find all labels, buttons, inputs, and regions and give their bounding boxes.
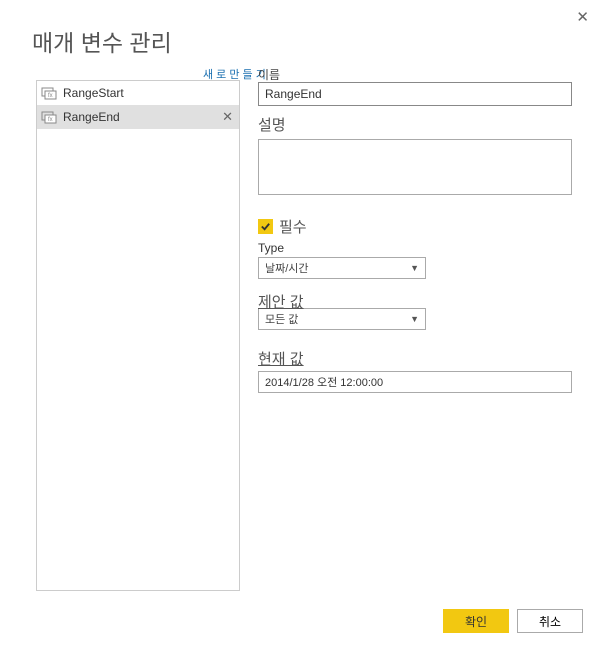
required-label: 필수 bbox=[279, 216, 307, 237]
list-item-label: RangeStart bbox=[63, 86, 124, 100]
dialog-title: 매개 변수 관리 bbox=[0, 0, 601, 58]
ok-button[interactable]: 확인 bbox=[443, 609, 509, 633]
description-label: 설명 bbox=[258, 114, 583, 135]
parameter-icon: fx bbox=[41, 85, 57, 101]
list-item[interactable]: fx RangeEnd ✕ bbox=[37, 105, 239, 129]
delete-icon[interactable]: ✕ bbox=[222, 109, 233, 125]
suggest-select[interactable]: 모든 값 ▼ bbox=[258, 308, 426, 330]
type-value: 날짜/시간 bbox=[265, 260, 309, 276]
description-input[interactable] bbox=[258, 139, 572, 195]
parameter-form: 설명 필수 Type 날짜/시간 ▼ 제안 값 모든 값 ▼ 현재 값 bbox=[240, 80, 583, 591]
parameter-dialog: ✕ 매개 변수 관리 새 로 만 들 기 이름 fx RangeStart fx… bbox=[0, 0, 601, 651]
chevron-down-icon: ▼ bbox=[410, 263, 419, 273]
list-item[interactable]: fx RangeStart bbox=[37, 81, 239, 105]
suggest-value: 모든 값 bbox=[265, 311, 298, 327]
close-icon[interactable]: ✕ bbox=[576, 8, 589, 26]
name-input[interactable] bbox=[258, 82, 572, 106]
chevron-down-icon: ▼ bbox=[410, 314, 419, 324]
svg-text:fx: fx bbox=[48, 117, 53, 123]
content-area: fx RangeStart fx RangeEnd ✕ 설명 필수 bbox=[36, 80, 583, 591]
parameter-icon: fx bbox=[41, 109, 57, 125]
type-label: Type bbox=[258, 241, 583, 255]
current-value-label: 현재 값 bbox=[258, 348, 583, 369]
current-value-input[interactable] bbox=[258, 371, 572, 393]
svg-text:fx: fx bbox=[48, 93, 53, 99]
list-item-label: RangeEnd bbox=[63, 110, 120, 124]
dialog-footer: 확인 취소 bbox=[443, 609, 583, 633]
required-checkbox[interactable] bbox=[258, 219, 273, 234]
type-select[interactable]: 날짜/시간 ▼ bbox=[258, 257, 426, 279]
cancel-button[interactable]: 취소 bbox=[517, 609, 583, 633]
parameter-list: fx RangeStart fx RangeEnd ✕ bbox=[36, 80, 240, 591]
